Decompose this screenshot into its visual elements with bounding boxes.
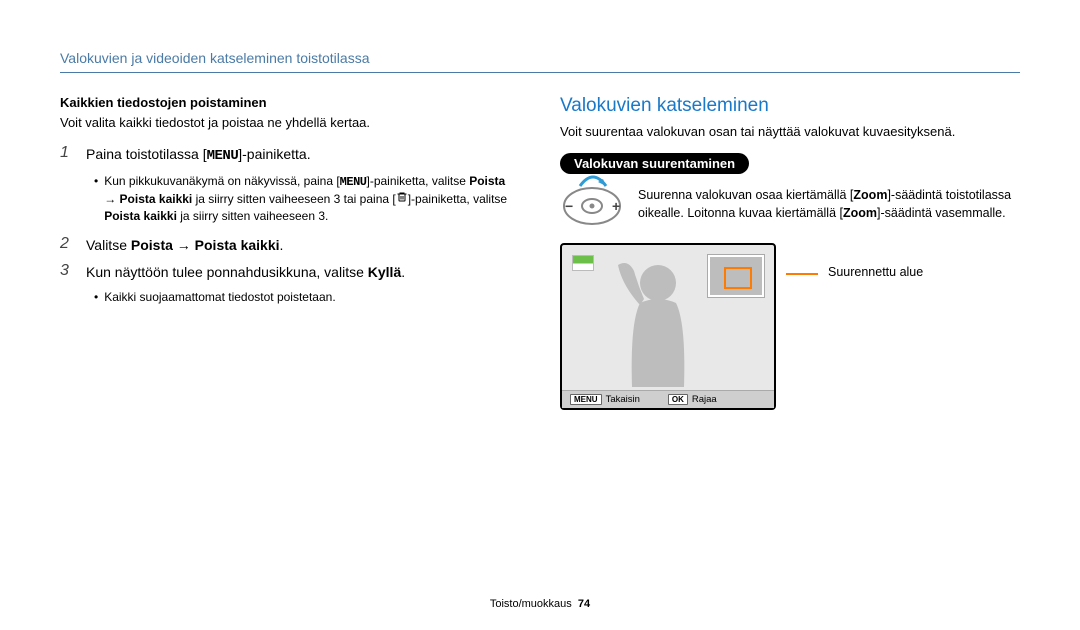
view-photos-intro: Voit suurentaa valokuvan osan tai näyttä…: [560, 123, 1020, 141]
crop-label: Rajaa: [692, 394, 717, 405]
view-photos-title: Valokuvien katseleminen: [560, 95, 1020, 117]
page-number: 74: [578, 598, 590, 610]
step1-note: • Kun pikkukuvanäkymä on näkyvissä, pain…: [94, 173, 520, 225]
delete-all-intro: Voit valita kaikki tiedostot ja poistaa …: [60, 114, 520, 132]
thumbnail-icon: [572, 255, 594, 271]
step-number: 3: [60, 262, 76, 280]
left-column: Kaikkien tiedostojen poistaminen Voit va…: [60, 95, 520, 410]
step-number: 2: [60, 235, 76, 253]
callout-connector: [786, 273, 818, 275]
zoom-area-indicator: [724, 267, 752, 289]
delete-all-heading: Kaikkien tiedostojen poistaminen: [60, 95, 520, 110]
step-number: 1: [60, 144, 76, 162]
menu-icon: MENU: [207, 148, 239, 164]
trash-icon: [396, 191, 408, 208]
step3-note: • Kaikki suojaamattomat tiedostot poiste…: [94, 289, 520, 306]
back-label: Takaisin: [606, 394, 640, 405]
step-text: Kun näyttöön tulee ponnahdusikkuna, vali…: [86, 262, 520, 283]
svg-text:−: −: [565, 198, 573, 214]
svg-text:+: +: [612, 198, 620, 214]
callout-label: Suurennettu alue: [828, 265, 923, 279]
zoom-dial-icon: − +: [560, 186, 624, 235]
zoom-inset: [708, 255, 764, 297]
page-header: Valokuvien ja videoiden katseleminen toi…: [60, 50, 1020, 73]
step-text: Paina toistotilassa [MENU]-painiketta.: [86, 144, 520, 167]
page-footer: Toisto/muokkaus 74: [0, 598, 1080, 610]
step-text: Valitse Poista → Poista kaikki.: [86, 235, 520, 256]
screen-statusbar: MENU Takaisin OK Rajaa: [562, 390, 774, 408]
camera-screen: MENU Takaisin OK Rajaa: [560, 243, 776, 410]
menu-key-icon: MENU: [570, 394, 602, 405]
zoom-instruction: − + Suurenna valokuvan osaa kiertämällä …: [560, 186, 1020, 235]
child-silhouette: [610, 255, 700, 387]
step-2: 2 Valitse Poista → Poista kaikki.: [60, 235, 520, 256]
zoom-text: Suurenna valokuvan osaa kiertämällä [Zoo…: [638, 186, 1020, 222]
right-column: Valokuvien katseleminen Voit suurentaa v…: [560, 95, 1020, 410]
step-1: 1 Paina toistotilassa [MENU]-painiketta.: [60, 144, 520, 167]
ok-key-icon: OK: [668, 394, 688, 405]
menu-icon: MENU: [340, 175, 367, 189]
step-3: 3 Kun näyttöön tulee ponnahdusikkuna, va…: [60, 262, 520, 283]
enlarge-pill: Valokuvan suurentaminen: [560, 153, 749, 174]
